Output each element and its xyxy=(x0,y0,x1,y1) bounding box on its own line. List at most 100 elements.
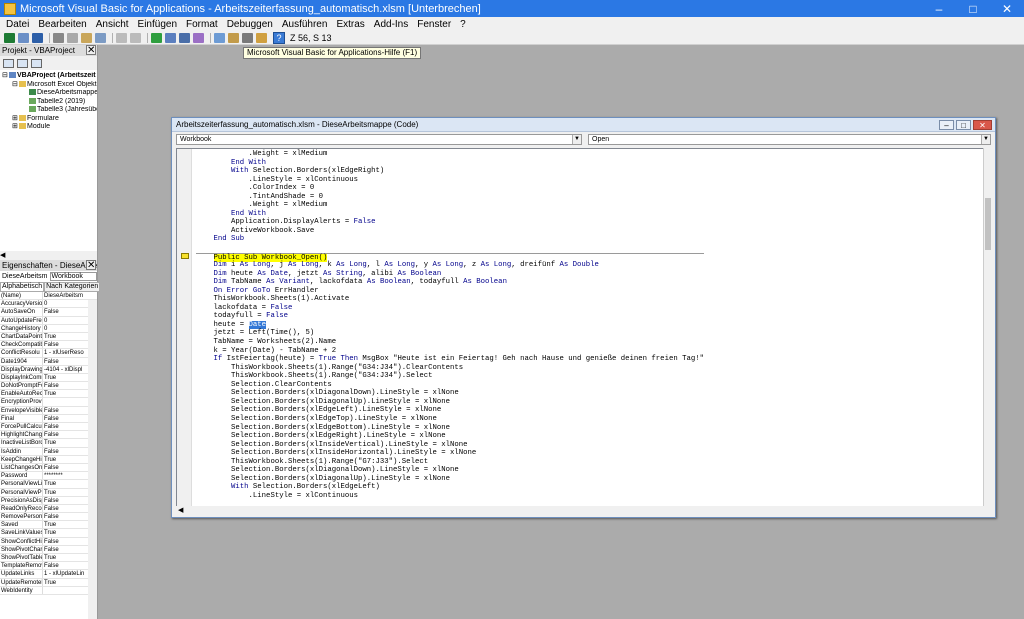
property-value[interactable]: 0 xyxy=(43,325,87,332)
menu-addins[interactable]: Add-Ins xyxy=(374,19,408,30)
menu-debuggen[interactable]: Debuggen xyxy=(227,19,273,30)
code-line[interactable]: With Selection.Borders(xlEdgeLeft) xyxy=(196,483,704,492)
code-line[interactable]: Selection.Borders(xlDiagonalUp).LineStyl… xyxy=(196,398,704,407)
properties-vscrollbar[interactable] xyxy=(88,300,97,619)
chevron-down-icon[interactable]: ▼ xyxy=(981,135,990,144)
property-row[interactable]: AutoSaveOn False xyxy=(0,308,97,317)
property-row[interactable]: WebIdentity xyxy=(0,586,97,595)
tree-item[interactable]: DieseArbeitsmappe xyxy=(2,89,97,98)
tree-item[interactable]: Tabelle2 (2019) xyxy=(2,98,97,107)
code-line[interactable]: Application.DisplayAlerts = False xyxy=(196,218,704,227)
code-line[interactable]: k = Year(Date) - TabName + 2 xyxy=(196,347,704,356)
code-line[interactable]: Selection.Borders(xlDiagonalDown).LineSt… xyxy=(196,389,704,398)
maximize-button[interactable]: □ xyxy=(956,0,990,17)
property-value[interactable]: True xyxy=(43,439,87,446)
code-line[interactable]: Selection.Borders(xlInsideVertical).Line… xyxy=(196,441,704,450)
object-combo[interactable]: Workbook ▼ xyxy=(176,134,582,145)
code-line[interactable]: Selection.Borders(xlInsideHorizontal).Li… xyxy=(196,449,704,458)
property-value[interactable]: False xyxy=(43,562,87,569)
project-hscrollbar[interactable]: ◀ xyxy=(0,251,97,260)
property-value[interactable]: False xyxy=(43,497,87,504)
code-line[interactable]: TabName = Worksheets(2).Name xyxy=(196,338,704,347)
paste-icon[interactable] xyxy=(81,32,92,43)
find-icon[interactable] xyxy=(95,32,106,43)
tree-item[interactable]: ⊟ Microsoft Excel Objekte xyxy=(2,81,97,90)
code-line[interactable]: Selection.Borders(xlEdgeRight).LineStyle… xyxy=(196,432,704,441)
property-value[interactable]: True xyxy=(43,480,87,487)
property-row[interactable]: DisplayDrawing -4104 - xlDispl xyxy=(0,365,97,374)
property-value[interactable]: True xyxy=(43,456,87,463)
tree-expander-icon[interactable]: ⊟ xyxy=(2,72,9,81)
property-row[interactable]: AutoUpdateFre 0 xyxy=(0,316,97,325)
code-line[interactable]: lackofdata = False xyxy=(196,304,704,313)
property-row[interactable]: PersonalViewPri True xyxy=(0,488,97,497)
code-line[interactable]: Selection.Borders(xlEdgeTop).LineStyle =… xyxy=(196,415,704,424)
property-row[interactable]: PersonalViewLis True xyxy=(0,480,97,489)
property-value[interactable]: True xyxy=(43,579,87,586)
property-value[interactable]: True xyxy=(43,529,87,536)
menu-ausfuehren[interactable]: Ausführen xyxy=(282,19,328,30)
code-editor[interactable]: .Weight = xlMedium End With With Selecti… xyxy=(176,148,992,507)
code-line[interactable]: End With xyxy=(196,159,704,168)
code-line[interactable]: End Sub xyxy=(196,235,704,244)
property-value[interactable]: False xyxy=(43,407,87,414)
property-row[interactable]: ListChangesOnI False xyxy=(0,463,97,473)
help-button[interactable]: ? xyxy=(273,31,285,44)
property-row[interactable]: TemplateRemov False xyxy=(0,562,97,571)
code-line[interactable]: .LineStyle = xlContinuous xyxy=(196,176,704,185)
properties-window-icon[interactable] xyxy=(228,32,239,43)
code-line[interactable]: Dim TabName As Variant, lackofdata As Bo… xyxy=(196,278,704,287)
toolbox-icon[interactable] xyxy=(256,32,267,43)
menu-format[interactable]: Format xyxy=(186,19,218,30)
code-line[interactable]: .ColorIndex = 0 xyxy=(196,184,704,193)
code-hscrollbar[interactable]: ◀ xyxy=(176,506,992,515)
chevron-down-icon[interactable]: ▼ xyxy=(572,135,581,144)
property-row[interactable]: ConflictResolu 1 - xlUserReso xyxy=(0,349,97,358)
property-value[interactable]: False xyxy=(43,358,87,365)
property-value[interactable]: False xyxy=(43,538,87,545)
menu-ansicht[interactable]: Ansicht xyxy=(96,19,129,30)
code-line[interactable]: .TintAndShade = 0 xyxy=(196,193,704,202)
property-value[interactable]: 1 - xlUpdateLin xyxy=(43,570,87,577)
property-row[interactable]: ReadOnlyRecor False xyxy=(0,504,97,514)
property-value[interactable]: ******** xyxy=(43,472,87,479)
property-value[interactable]: 0 xyxy=(43,317,87,324)
object-select[interactable]: Workbook xyxy=(49,272,97,281)
code-line[interactable]: With Selection.Borders(xlEdgeRight) xyxy=(196,167,704,176)
menu-einfuegen[interactable]: Einfügen xyxy=(138,19,177,30)
code-line[interactable]: Selection.Borders(xlDiagonalDown).LineSt… xyxy=(196,466,704,475)
property-row[interactable]: AccuracyVersion 0 xyxy=(0,300,97,309)
code-line[interactable]: Selection.Borders(xlEdgeLeft).LineStyle … xyxy=(196,406,704,415)
code-minimize-button[interactable]: – xyxy=(939,120,954,130)
code-line[interactable]: heute = Date xyxy=(196,320,704,330)
property-row[interactable]: UpdateRemoteR True xyxy=(0,578,97,587)
property-value[interactable]: False xyxy=(43,546,87,553)
code-line[interactable]: ThisWorkbook.Sheets(1).Activate xyxy=(196,295,704,304)
procedure-combo[interactable]: Open ▼ xyxy=(588,134,991,145)
menu-help[interactable]: ? xyxy=(460,19,466,30)
code-line[interactable]: ActiveWorkbook.Save xyxy=(196,227,704,236)
code-maximize-button[interactable]: □ xyxy=(956,120,971,130)
property-row[interactable]: Password ******** xyxy=(0,472,97,481)
tree-item[interactable]: ⊞ Module xyxy=(2,123,97,132)
code-line[interactable]: Dim heute As Date, jetzt As String, alib… xyxy=(196,270,704,279)
property-row[interactable]: InactiveListBord True xyxy=(0,439,97,448)
project-close-button[interactable]: ✕ xyxy=(86,45,96,56)
tree-expander-icon[interactable]: ⊞ xyxy=(12,115,19,124)
property-row[interactable]: EnvelopeVisible False xyxy=(0,406,97,415)
property-row[interactable]: CheckCompatib False xyxy=(0,341,97,350)
code-line[interactable]: On Error GoTo ErrHandler xyxy=(196,287,704,296)
property-row[interactable]: KeepChangeHis True xyxy=(0,455,97,464)
reset-icon[interactable] xyxy=(179,32,190,43)
code-close-button[interactable]: ✕ xyxy=(973,120,992,130)
code-line[interactable]: ThisWorkbook.Sheets(1).Range("G34:J34").… xyxy=(196,372,704,381)
tab-nach-kategorien[interactable]: Nach Kategorien xyxy=(44,282,101,292)
tab-alphabetisch[interactable]: Alphabetisch xyxy=(0,282,45,292)
code-line[interactable]: .LineStyle = xlContinuous xyxy=(196,492,704,501)
code-line[interactable]: Public Sub Workbook_Open() xyxy=(196,252,704,262)
code-vscrollbar[interactable] xyxy=(983,148,992,507)
property-row[interactable]: ChangeHistory 0 xyxy=(0,324,97,333)
property-value[interactable]: False xyxy=(43,423,87,430)
property-value[interactable]: True xyxy=(43,489,87,496)
menu-fenster[interactable]: Fenster xyxy=(417,19,451,30)
